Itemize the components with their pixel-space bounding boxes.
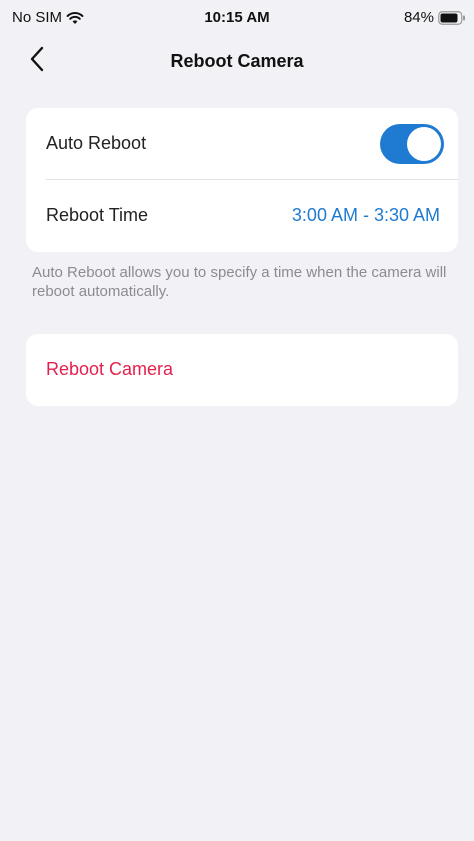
auto-reboot-row: Auto Reboot bbox=[26, 108, 458, 180]
reboot-time-label: Reboot Time bbox=[46, 205, 149, 225]
status-time: 10:15 AM bbox=[204, 9, 270, 26]
reboot-time-value[interactable]: 3:00 AM - 3:30 AM bbox=[292, 205, 440, 226]
auto-reboot-label: Auto Reboot bbox=[46, 133, 147, 153]
page-title: Reboot Camera bbox=[170, 51, 304, 71]
battery-percent: 84% bbox=[403, 9, 434, 26]
status-bar: No SIM 10:15 AM 84% bbox=[0, 0, 474, 34]
auto-reboot-description: Auto Reboot allows you to specify a time… bbox=[32, 264, 447, 300]
toggle-knob bbox=[407, 127, 441, 161]
settings-card: Auto Reboot Reboot Time 3:00 AM - 3:30 A… bbox=[26, 108, 458, 252]
auto-reboot-toggle[interactable] bbox=[380, 124, 444, 164]
battery-icon bbox=[438, 10, 466, 25]
reboot-camera-label: Reboot Camera bbox=[46, 359, 174, 379]
navigation-bar: Reboot Camera bbox=[0, 34, 474, 90]
reboot-time-row[interactable]: Reboot Time 3:00 AM - 3:30 AM bbox=[26, 180, 458, 252]
reboot-camera-button[interactable]: Reboot Camera bbox=[26, 334, 458, 406]
status-right: 84% bbox=[404, 9, 466, 26]
